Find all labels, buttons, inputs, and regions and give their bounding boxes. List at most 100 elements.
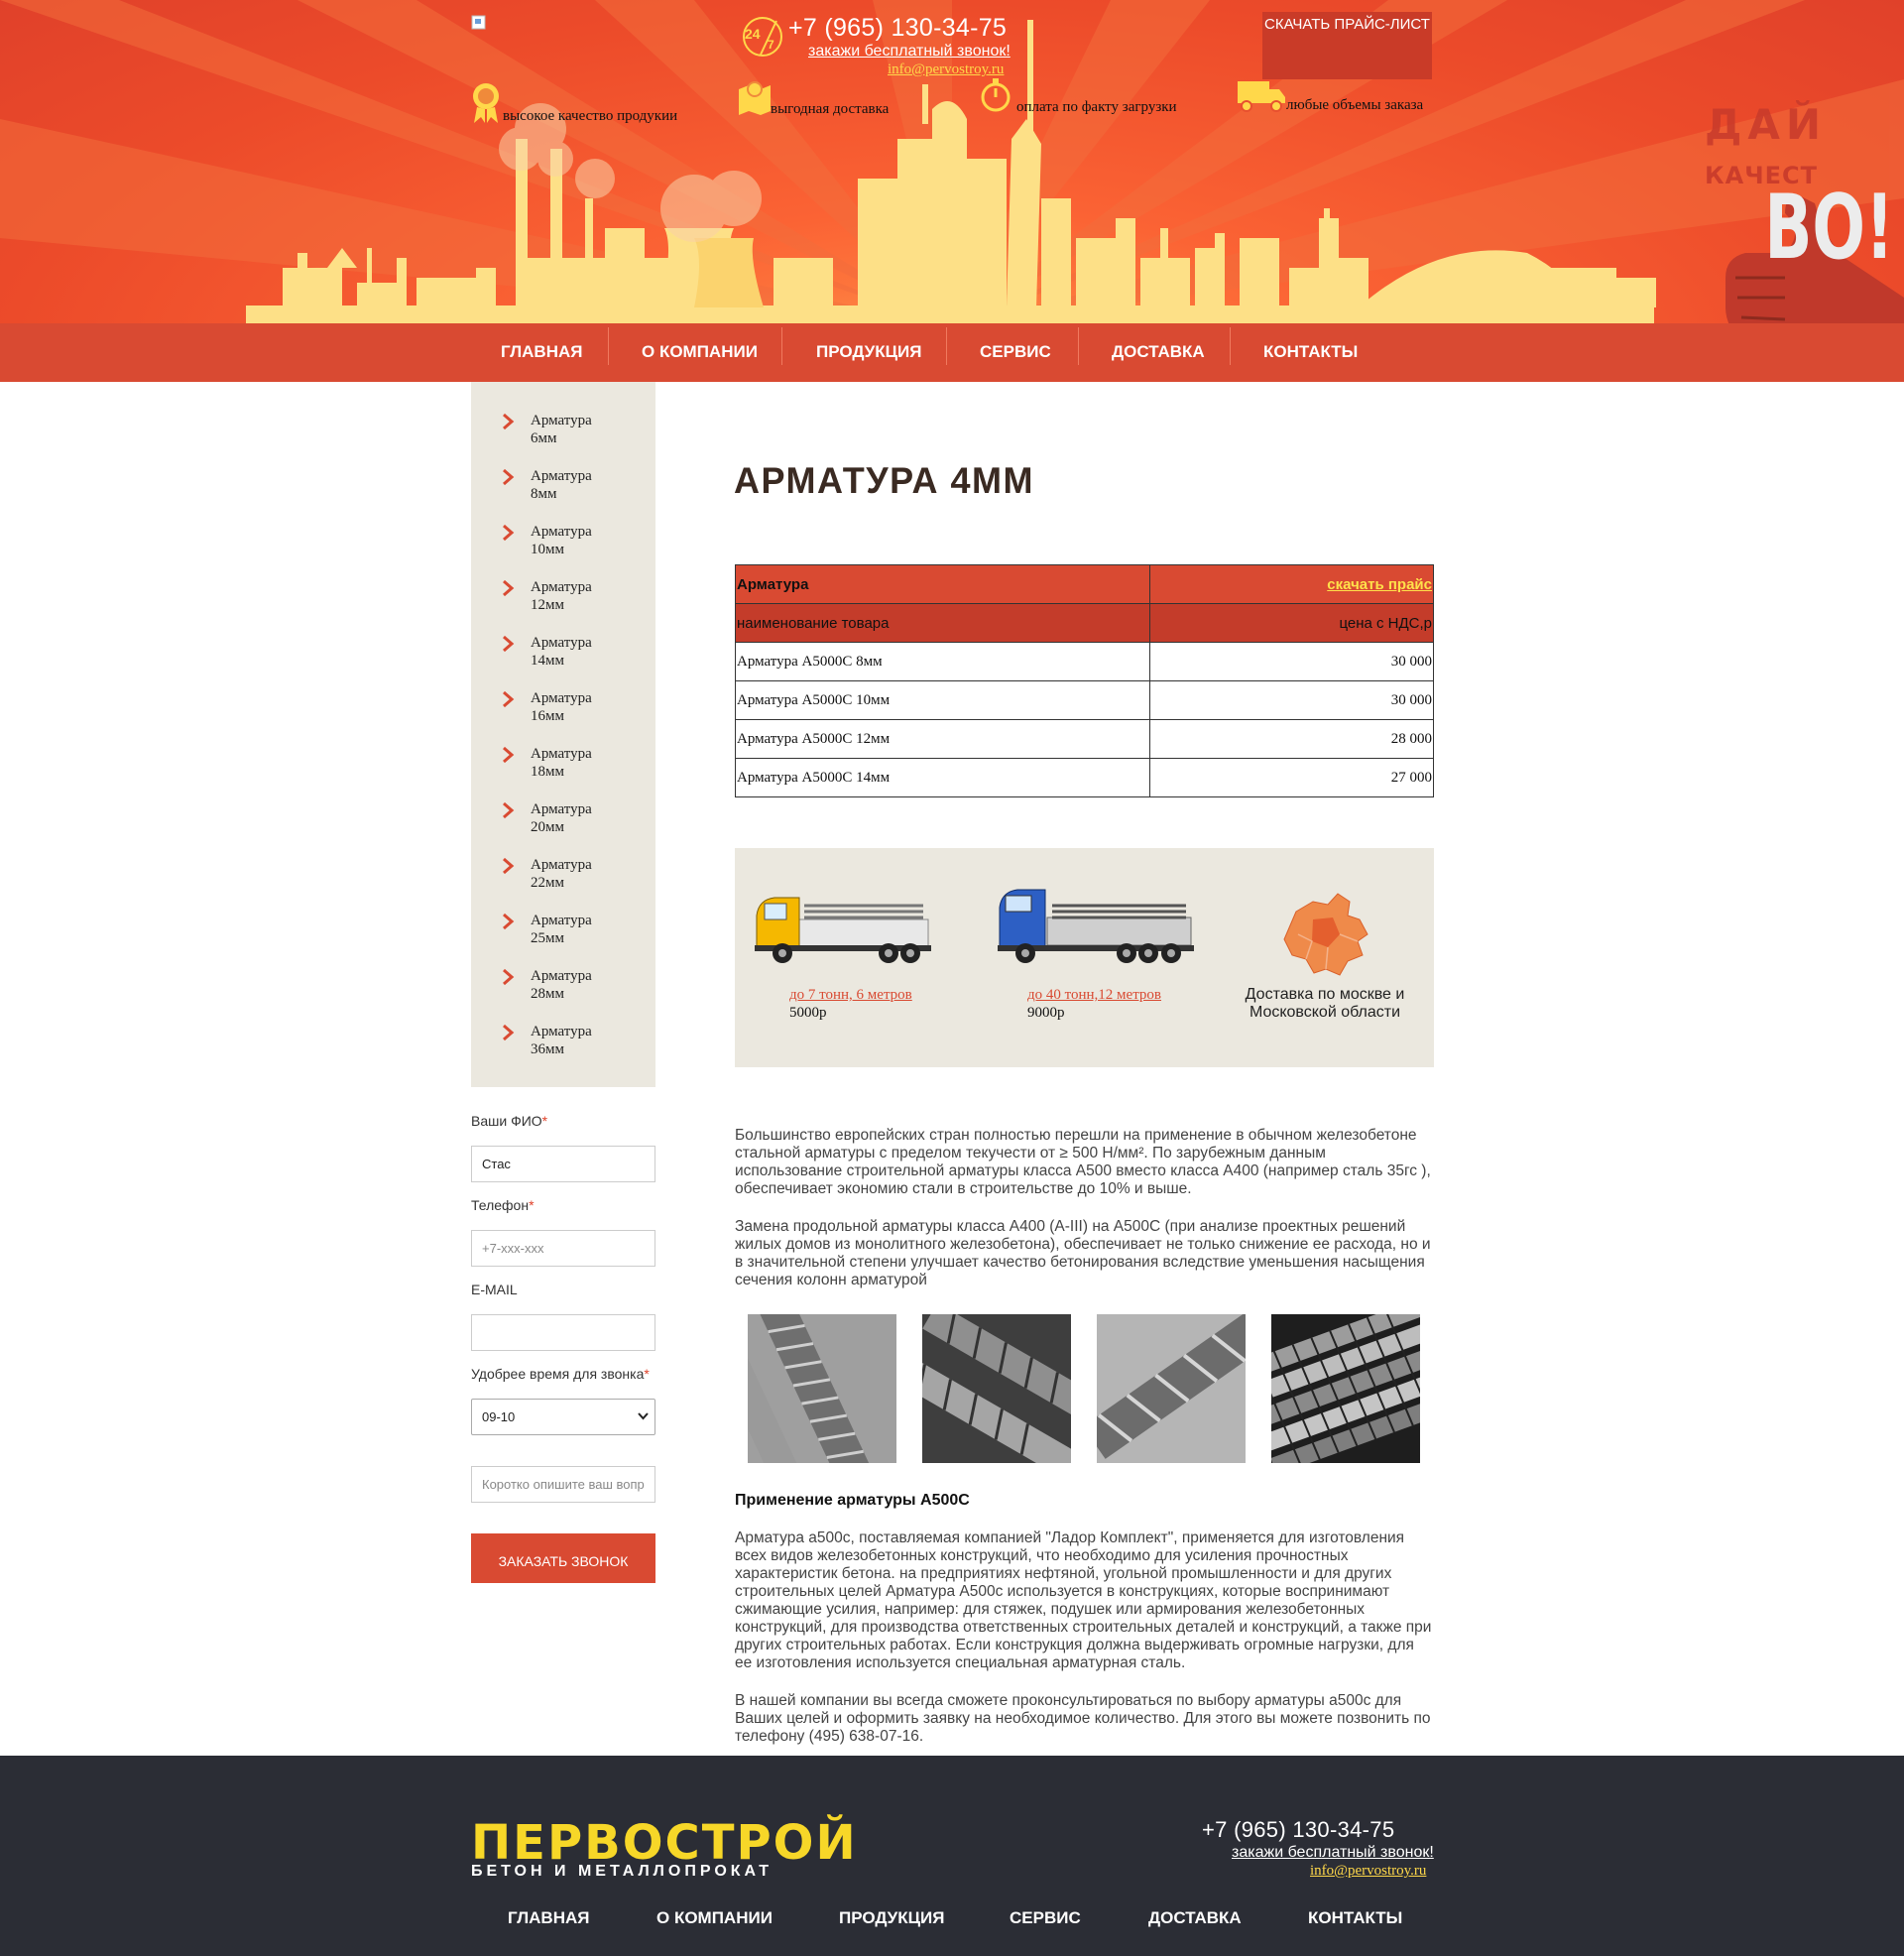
product-name-cell: Арматура А5000С 8мм bbox=[735, 642, 1150, 681]
product-price-cell: 30 000 bbox=[1149, 642, 1434, 681]
small-truck-link[interactable]: до 7 тонн, 6 метров bbox=[789, 987, 912, 1004]
question-input[interactable] bbox=[471, 1466, 655, 1503]
main-nav bbox=[0, 323, 1904, 382]
rebar-photo bbox=[748, 1314, 896, 1463]
product-price-cell: 30 000 bbox=[1149, 680, 1434, 720]
sidebar-item[interactable]: Арматура 20мм bbox=[471, 800, 655, 852]
footer-nav-home[interactable]: ГЛАВНАЯ bbox=[508, 1908, 589, 1928]
rebar-photo bbox=[1097, 1314, 1246, 1463]
paragraph-replacement: Замена продольной арматуры класса А400 (… bbox=[735, 1218, 1431, 1288]
sidebar-item[interactable]: Арматура 14мм bbox=[471, 634, 655, 685]
nav-separator bbox=[1078, 327, 1079, 365]
feature-label: выгодная доставка bbox=[771, 101, 890, 117]
feature-label: высокое качество продукии bbox=[503, 108, 678, 124]
sidebar-item[interactable]: Арматура 22мм bbox=[471, 856, 655, 908]
header-email-link[interactable]: info@pervostroy.ru bbox=[888, 61, 1004, 78]
chevron-right-icon bbox=[503, 801, 515, 819]
sidebar-item[interactable]: Арматура 28мм bbox=[471, 967, 655, 1019]
footer-callback-link[interactable]: закажи бесплатный звонок! bbox=[1232, 1844, 1434, 1862]
call-time-label: Удобрее время для звонка* bbox=[471, 1366, 650, 1382]
table-column-header-row: наименование товара цена с НДС,р bbox=[735, 603, 1434, 643]
nav-separator bbox=[946, 327, 947, 365]
sidebar-item-label: Арматура 12мм bbox=[531, 579, 592, 613]
chevron-right-icon bbox=[503, 413, 515, 430]
sidebar-item-label: Арматура 16мм bbox=[531, 690, 592, 724]
column-header-price: цена с НДС,р bbox=[1149, 603, 1434, 643]
callback-link[interactable]: закажи бесплатный звонок! bbox=[808, 43, 1011, 61]
table-link-cell: скачать прайс bbox=[1149, 564, 1434, 604]
delivery-options: до 7 тонн, 6 метров 5000р до 40 тонн,12 … bbox=[735, 848, 1434, 1067]
sidebar-item[interactable]: Арматура 10мм bbox=[471, 523, 655, 574]
product-name-cell: Арматура А5000С 12мм bbox=[735, 719, 1150, 759]
nav-about[interactable]: О КОМПАНИИ bbox=[642, 323, 758, 382]
call-time-select[interactable]: 09-10 bbox=[471, 1399, 655, 1435]
sidebar-item[interactable]: Арматура 25мм bbox=[471, 912, 655, 963]
feature-label: любые объемы заказа bbox=[1286, 97, 1424, 113]
sidebar-item-label: Арматура 6мм bbox=[531, 413, 592, 446]
call-time-value: 09-10 bbox=[482, 1409, 516, 1424]
nav-separator bbox=[781, 327, 782, 365]
price-table: Арматура скачать прайс наименование това… bbox=[735, 564, 1434, 797]
footer-nav-delivery[interactable]: ДОСТАВКА bbox=[1148, 1908, 1242, 1928]
nav-service[interactable]: СЕРВИС bbox=[980, 323, 1051, 382]
footer-nav-products[interactable]: ПРОДУКЦИЯ bbox=[839, 1908, 944, 1928]
site-footer bbox=[0, 1756, 1904, 1956]
big-truck-link[interactable]: до 40 тонн,12 метров bbox=[1027, 987, 1161, 1004]
chevron-right-icon bbox=[503, 524, 515, 542]
sidebar-item-label: Арматура 36мм bbox=[531, 1024, 592, 1057]
map-pin-icon bbox=[739, 81, 771, 115]
chevron-right-icon bbox=[503, 468, 515, 486]
sidebar-item[interactable]: Арматура 18мм bbox=[471, 745, 655, 796]
name-input[interactable] bbox=[471, 1146, 655, 1182]
header-phone[interactable]: +7 (965) 130-34-75 bbox=[788, 14, 1007, 43]
table-row: Арматура А5000С 12мм 28 000 bbox=[735, 719, 1434, 759]
download-price-link[interactable]: скачать прайс bbox=[1327, 576, 1432, 593]
nav-delivery[interactable]: ДОСТАВКА bbox=[1112, 323, 1205, 382]
sidebar-item[interactable]: Арматура 8мм bbox=[471, 467, 655, 519]
stopwatch-icon bbox=[981, 78, 1011, 112]
svg-text:7: 7 bbox=[768, 38, 774, 52]
paragraph-applications: Арматура а500с, поставляемая компанией "… bbox=[735, 1529, 1432, 1671]
footer-nav-service[interactable]: СЕРВИС bbox=[1010, 1908, 1081, 1928]
chevron-right-icon bbox=[503, 1024, 515, 1041]
sidebar-item-label: Арматура 14мм bbox=[531, 635, 592, 669]
big-truck-price: 9000р bbox=[1027, 1005, 1065, 1021]
email-label: E-MAIL bbox=[471, 1282, 518, 1297]
nav-contacts[interactable]: КОНТАКТЫ bbox=[1263, 323, 1358, 382]
download-price-list-button[interactable]: СКАЧАТЬ ПРАЙС-ЛИСТ bbox=[1262, 12, 1432, 79]
footer-nav-about[interactable]: О КОМПАНИИ bbox=[656, 1908, 773, 1928]
table-header-row: Арматура скачать прайс bbox=[735, 564, 1434, 604]
moscow-region-map-icon bbox=[1283, 893, 1368, 976]
nav-products[interactable]: ПРОДУКЦИЯ bbox=[816, 323, 921, 382]
product-price-cell: 27 000 bbox=[1149, 758, 1434, 797]
sidebar-item-label: Арматура 20мм bbox=[531, 801, 592, 835]
sidebar-item[interactable]: Арматура 16мм bbox=[471, 689, 655, 741]
svg-text:24: 24 bbox=[745, 26, 761, 42]
chevron-right-icon bbox=[503, 635, 515, 653]
page-title: АРМАТУРА 4ММ bbox=[734, 459, 1034, 502]
section-heading: Применение арматуры А500С bbox=[735, 1492, 970, 1509]
rebar-photo bbox=[1271, 1314, 1420, 1463]
email-input[interactable] bbox=[471, 1314, 655, 1351]
footer-phone[interactable]: +7 (965) 130-34-75 bbox=[1202, 1817, 1394, 1843]
nav-separator bbox=[608, 327, 609, 365]
medal-icon bbox=[473, 83, 499, 123]
sidebar-item-label: Арматура 18мм bbox=[531, 746, 592, 780]
nav-separator bbox=[1230, 327, 1231, 365]
support-24-7-icon: 24 7 bbox=[739, 15, 790, 59]
rebar-photo bbox=[922, 1314, 1071, 1463]
nav-home[interactable]: ГЛАВНАЯ bbox=[501, 323, 582, 382]
footer-nav-contacts[interactable]: КОНТАКТЫ bbox=[1308, 1908, 1402, 1928]
slogan-graphic: ДАЙ КАЧЕСТ ВО! bbox=[1705, 99, 1894, 278]
chevron-right-icon bbox=[503, 690, 515, 708]
order-call-button[interactable]: ЗАКАЗАТЬ ЗВОНОК bbox=[471, 1533, 655, 1583]
phone-input[interactable] bbox=[471, 1230, 655, 1267]
sidebar-item[interactable]: Арматура 36мм bbox=[471, 1023, 655, 1074]
sidebar-item[interactable]: Арматура 6мм bbox=[471, 412, 655, 463]
sidebar-item-label: Арматура 25мм bbox=[531, 913, 592, 946]
footer-email-link[interactable]: info@pervostroy.ru bbox=[1310, 1863, 1426, 1880]
category-sidebar: Арматура 6мм Арматура 8мм Арматура 10мм … bbox=[471, 382, 655, 1087]
sidebar-item-label: Арматура 28мм bbox=[531, 968, 592, 1002]
sidebar-item[interactable]: Арматура 12мм bbox=[471, 578, 655, 630]
name-label: Ваши ФИО* bbox=[471, 1113, 548, 1129]
